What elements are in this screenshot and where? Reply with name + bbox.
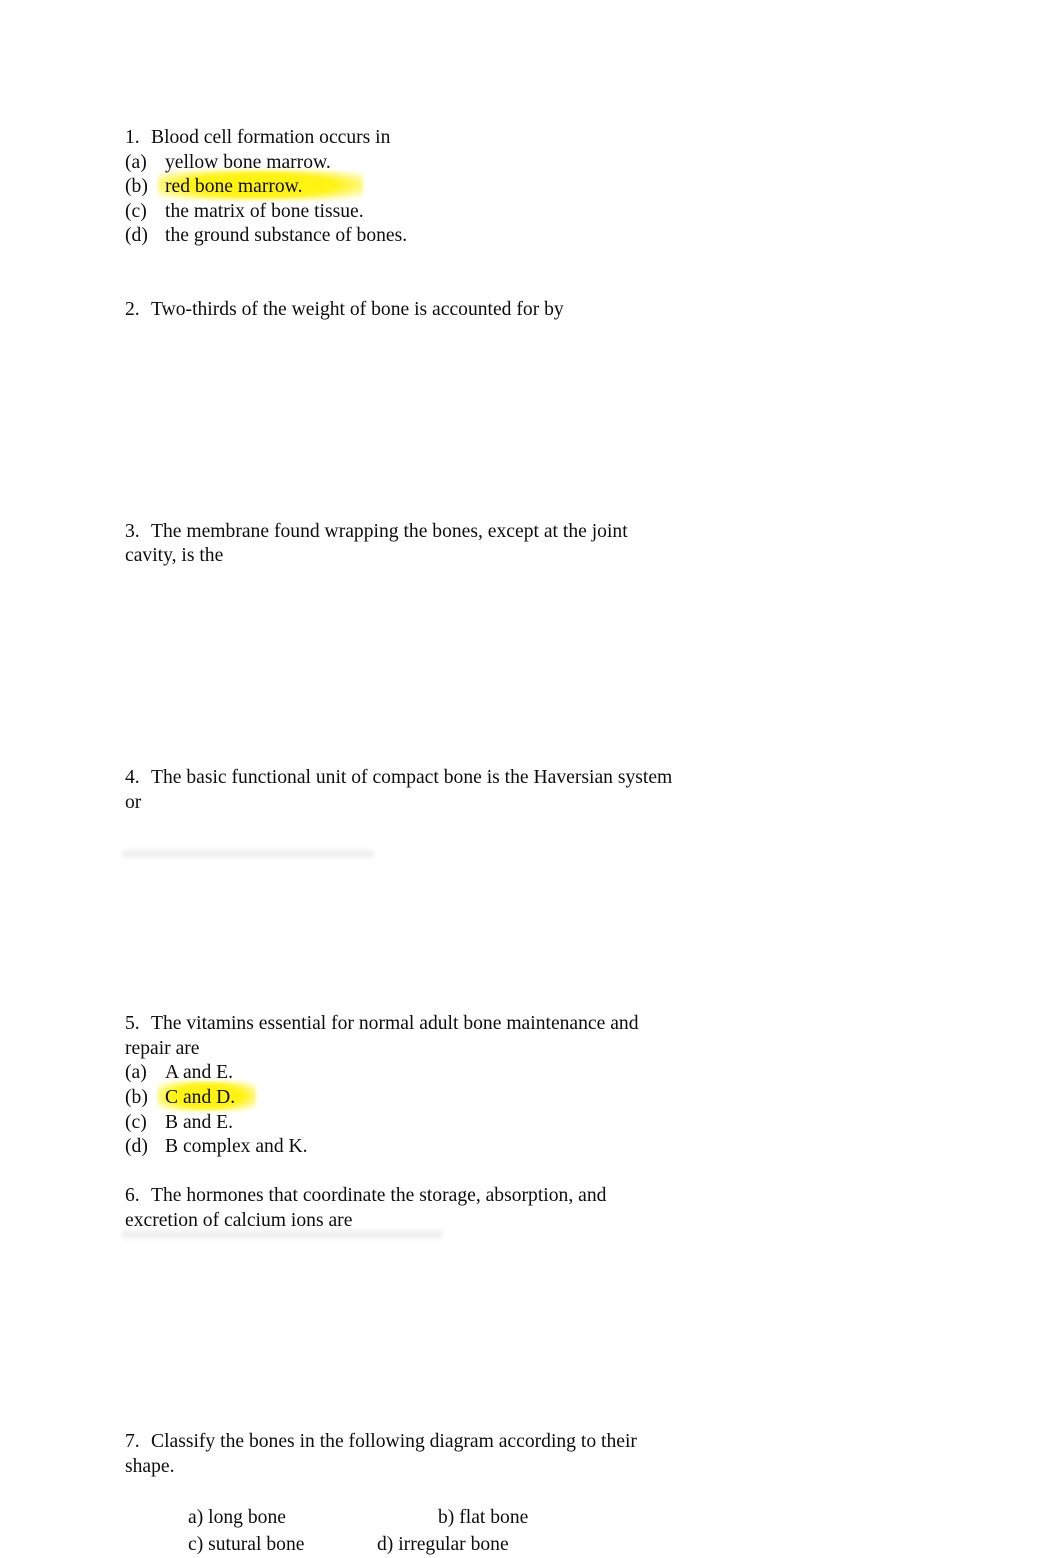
question-5-option-a[interactable]: (a) A and E. [125, 1061, 673, 1086]
question-3-number: 3. [125, 520, 140, 542]
question-block-2: 2. Two-thirds of the weight of bone is ac… [125, 298, 673, 323]
question-1-option-a[interactable]: (a) yellow bone marrow. [125, 151, 673, 176]
question-7-row-2: c) sutural bone d) irregular bone [125, 1531, 673, 1558]
question-block-5: 5. The vitamins essential for normal adul… [125, 1012, 673, 1160]
question-block-4: 4. The basic functional unit of compact b… [125, 766, 673, 815]
question-4-number: 4. [125, 766, 140, 788]
answer-space-q6-extra [125, 1356, 673, 1430]
answer-space-q4 [125, 815, 673, 938]
question-7-option-d[interactable]: d) irregular bone [377, 1531, 509, 1558]
question-5-stem: 5. The vitamins essential for normal adul… [125, 1012, 673, 1061]
question-7-number: 7. [125, 1431, 140, 1453]
question-5-option-d[interactable]: (d) B complex and K. [125, 1135, 673, 1160]
question-3-text: The membrane found wrapping the bones, e… [125, 520, 628, 567]
option-label: C and D. [165, 1086, 236, 1108]
question-5-option-b[interactable]: (b) C and D. [125, 1086, 673, 1111]
question-block-3: 3. The membrane found wrapping the bones,… [125, 520, 673, 569]
question-block-1: 1. Blood cell formation occurs in (a) yell… [125, 126, 673, 249]
question-6-stem: 6. The hormones that coordinate the stora… [125, 1184, 673, 1233]
option-label: red bone marrow. [165, 176, 303, 198]
question-7-answer-grid: a) long bone b) flat bone c) sutural bone… [125, 1504, 673, 1558]
question-3-stem: 3. The membrane found wrapping the bones,… [125, 520, 673, 569]
question-7-option-c[interactable]: c) sutural bone [188, 1531, 377, 1558]
questions-container: 1. Blood cell formation occurs in (a) yell… [125, 126, 673, 1558]
question-2-text: Two-thirds of the weight of bone is acco… [151, 299, 564, 321]
question-1-number: 1. [125, 127, 140, 148]
question-1-stem: 1. Blood cell formation occurs in [125, 126, 673, 151]
option-label: the matrix of bone tissue. [165, 200, 364, 222]
option-marker: (b) [125, 176, 148, 198]
question-5-text: The vitamins essential for normal adult … [125, 1013, 639, 1059]
answer-space-q4-extra [125, 938, 673, 1012]
question-2-stem: 2. Two-thirds of the weight of bone is ac… [125, 298, 673, 323]
option-marker: (c) [125, 200, 147, 222]
option-label: yellow bone marrow. [165, 151, 331, 173]
question-7-stem: 7. Classify the bones in the following di… [125, 1430, 673, 1479]
question-4-text: The basic functional unit of compact bon… [125, 766, 673, 813]
option-label: the ground substance of bones. [165, 225, 408, 247]
answer-space-q3 [125, 569, 673, 692]
question-7-text: Classify the bones in the following diag… [125, 1431, 637, 1478]
answer-space-q2-extra [125, 446, 673, 520]
question-block-7: 7. Classify the bones in the following di… [125, 1430, 673, 1558]
option-label: A and E. [165, 1062, 234, 1084]
answer-space-q2 [125, 323, 673, 446]
option-marker: (b) [125, 1086, 148, 1108]
question-1-option-d[interactable]: (d) the ground substance of bones. [125, 224, 673, 249]
option-marker: (c) [125, 1111, 147, 1133]
question-2-number: 2. [125, 299, 140, 321]
question-7-row-1: a) long bone b) flat bone [125, 1504, 673, 1531]
question-6-number: 6. [125, 1185, 140, 1207]
question-1-option-c[interactable]: (c) the matrix of bone tissue. [125, 200, 673, 225]
question-1-text: Blood cell formation occurs in [151, 127, 391, 148]
option-label: B complex and K. [165, 1136, 308, 1158]
answer-space-q3-extra [125, 692, 673, 766]
question-6-text: The hormones that coordinate the storage… [125, 1185, 607, 1231]
option-label: B and E. [165, 1111, 234, 1133]
worksheet-page: 1. Blood cell formation occurs in (a) yell… [0, 0, 1062, 1555]
option-marker: (d) [125, 1136, 148, 1158]
question-5-option-c[interactable]: (c) B and E. [125, 1111, 673, 1136]
option-marker: (a) [125, 151, 147, 173]
question-7-option-b[interactable]: b) flat bone [438, 1504, 528, 1531]
question-7-option-a[interactable]: a) long bone [188, 1504, 438, 1531]
option-marker: (a) [125, 1062, 147, 1084]
answer-space-q6 [125, 1233, 673, 1356]
question-block-6: 6. The hormones that coordinate the stora… [125, 1184, 673, 1233]
question-4-stem: 4. The basic functional unit of compact b… [125, 766, 673, 815]
option-marker: (d) [125, 225, 148, 247]
question-5-number: 5. [125, 1013, 140, 1035]
question-1-option-b[interactable]: (b) red bone marrow. [125, 175, 673, 200]
